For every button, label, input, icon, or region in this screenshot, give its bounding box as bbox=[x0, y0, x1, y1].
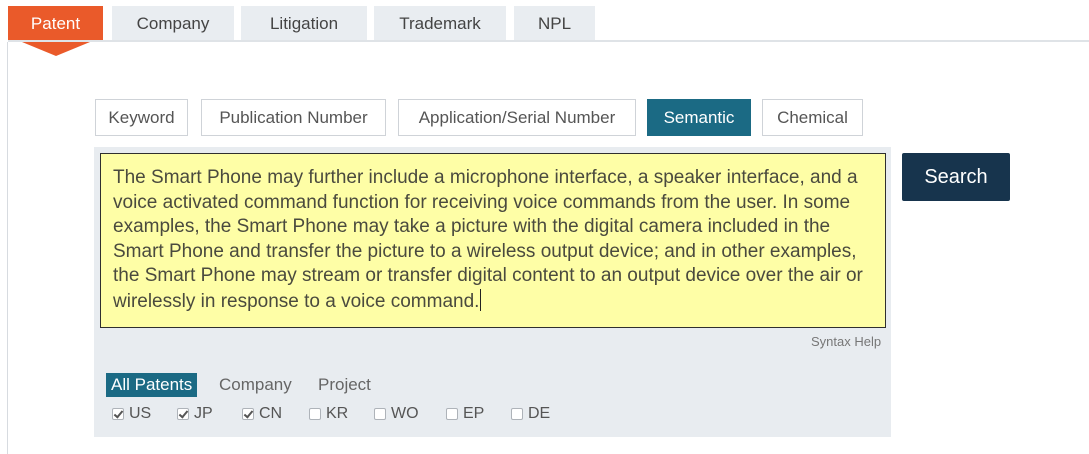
office-checkbox-kr[interactable]: KR bbox=[309, 404, 348, 424]
search-button[interactable]: Search bbox=[902, 153, 1010, 201]
patent-search-page: Patent Company Litigation Trademark NPL … bbox=[0, 0, 1089, 454]
tab-divider bbox=[8, 40, 1089, 42]
office-label-cn: CN bbox=[259, 405, 283, 422]
search-type-chemical-button[interactable]: Chemical bbox=[762, 99, 863, 136]
office-checkbox-cn[interactable]: CN bbox=[242, 404, 282, 424]
tab-npl[interactable]: NPL bbox=[514, 6, 595, 42]
checkbox-kr[interactable] bbox=[309, 408, 321, 420]
tab-trademark[interactable]: Trademark bbox=[374, 6, 506, 42]
office-checkbox-de[interactable]: DE bbox=[511, 404, 550, 424]
office-label-jp: JP bbox=[194, 405, 213, 422]
office-label-kr: KR bbox=[326, 405, 349, 422]
scope-tab-company[interactable]: Company bbox=[219, 373, 292, 397]
office-checkbox-jp[interactable]: JP bbox=[177, 404, 213, 424]
tab-litigation[interactable]: Litigation bbox=[241, 6, 367, 42]
office-checkbox-ep[interactable]: EP bbox=[446, 404, 484, 424]
search-type-semantic-button[interactable]: Semantic bbox=[647, 99, 751, 136]
text-cursor bbox=[480, 288, 482, 311]
office-checkbox-us[interactable]: US bbox=[112, 404, 151, 424]
checkbox-de[interactable] bbox=[511, 408, 523, 420]
checkbox-ep[interactable] bbox=[446, 408, 458, 420]
checkbox-us[interactable] bbox=[112, 408, 124, 420]
search-type-publication-number-button[interactable]: Publication Number bbox=[201, 99, 386, 136]
office-label-ep: EP bbox=[463, 405, 485, 422]
office-label-us: US bbox=[129, 405, 152, 422]
active-tab-pointer bbox=[22, 42, 90, 56]
office-checkbox-wo[interactable]: WO bbox=[374, 404, 419, 424]
search-type-keyword-button[interactable]: Keyword bbox=[95, 99, 188, 136]
checkbox-wo[interactable] bbox=[374, 408, 386, 420]
syntax-help-link[interactable]: Syntax Help bbox=[811, 334, 881, 349]
scope-tab-all-patents[interactable]: All Patents bbox=[106, 373, 198, 397]
query-text: The Smart Phone may further include a mi… bbox=[113, 167, 863, 312]
content-left-border bbox=[7, 42, 8, 454]
checkbox-jp[interactable] bbox=[177, 408, 189, 420]
office-label-wo: WO bbox=[391, 405, 419, 422]
office-label-de: DE bbox=[528, 405, 551, 422]
semantic-query-textarea[interactable]: The Smart Phone may further include a mi… bbox=[100, 153, 886, 328]
search-type-application-serial-number-button[interactable]: Application/Serial Number bbox=[398, 99, 636, 136]
tab-patent[interactable]: Patent bbox=[8, 6, 103, 42]
checkbox-cn[interactable] bbox=[242, 408, 254, 420]
scope-tab-project[interactable]: Project bbox=[318, 373, 371, 397]
tab-company[interactable]: Company bbox=[112, 6, 234, 42]
